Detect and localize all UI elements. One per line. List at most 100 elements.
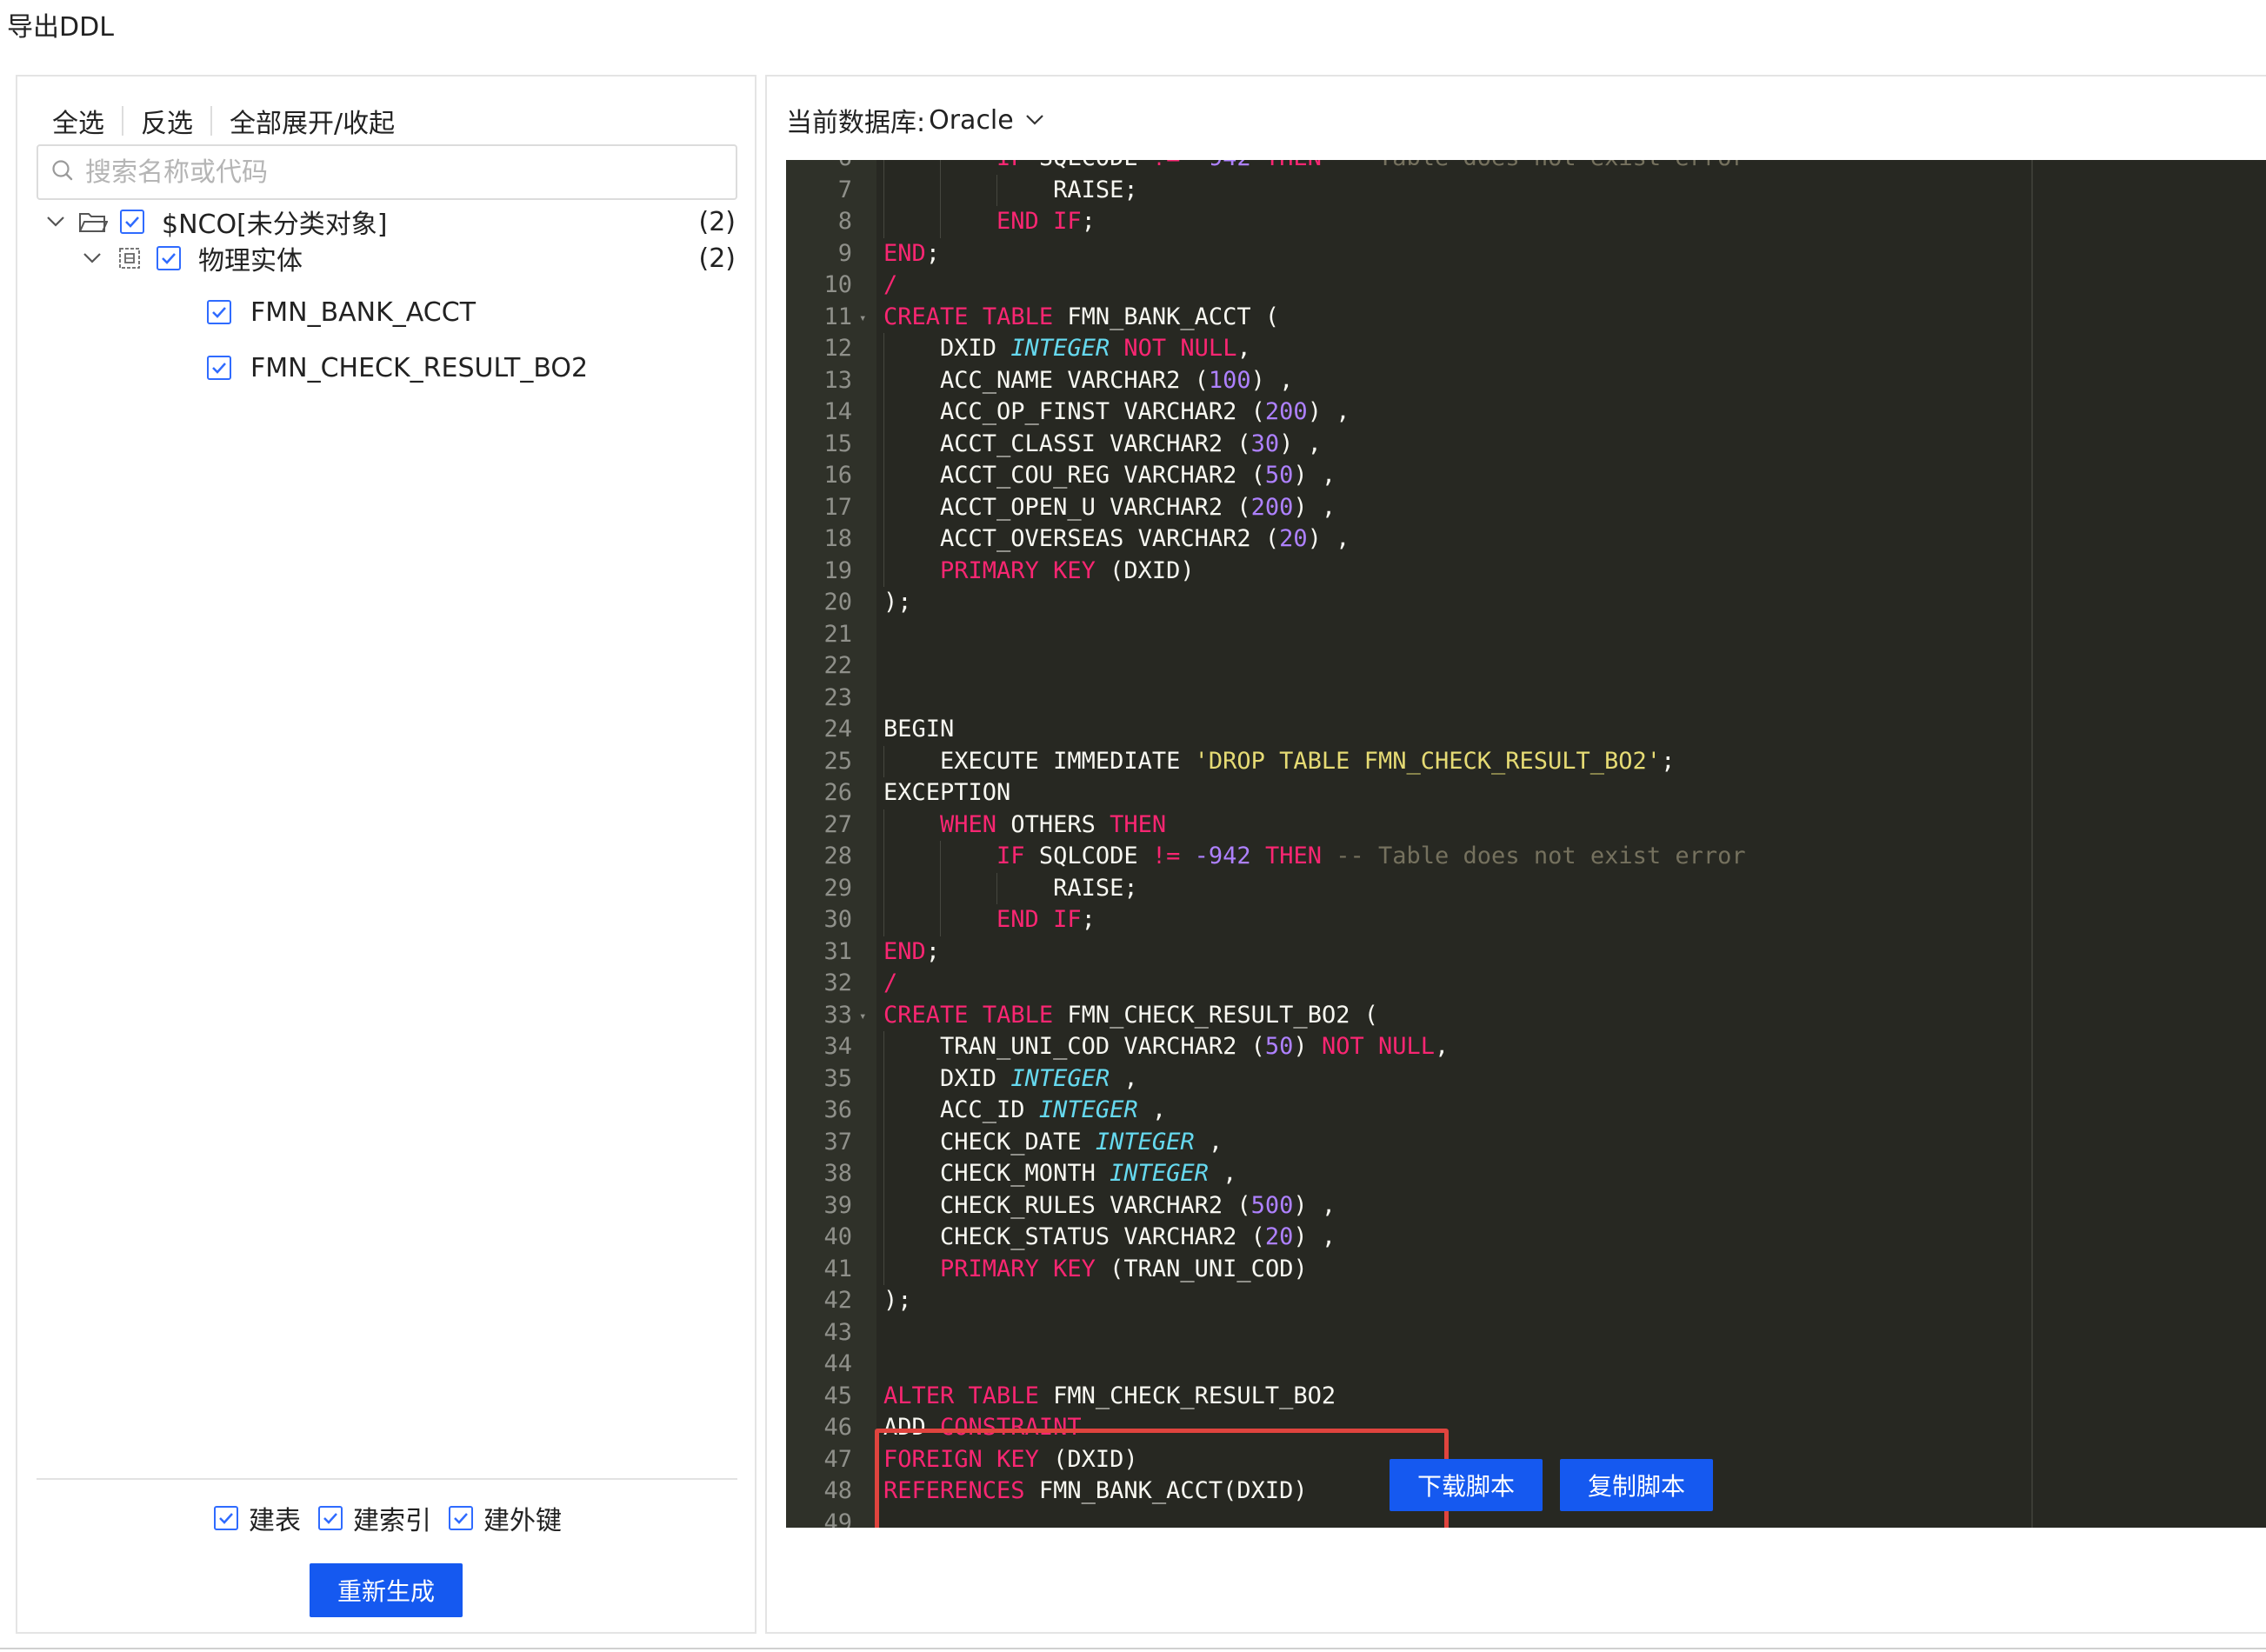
code-line: 42); xyxy=(786,1285,2266,1317)
tree-node-physical-entity[interactable]: 物理实体 (2) xyxy=(78,236,736,280)
search-input[interactable] xyxy=(83,156,710,189)
indent-guide xyxy=(940,904,942,936)
expand-collapse-all-button[interactable]: 全部展开/收起 xyxy=(212,102,412,140)
database-dropdown[interactable]: Oracle xyxy=(929,105,1045,136)
code-line: 13 ACC_NAME VARCHAR2 (100) , xyxy=(786,364,2266,396)
option-create-foreign-key[interactable]: 建外键 xyxy=(449,1499,562,1537)
tree-node-count: (2) xyxy=(698,206,736,237)
database-value: Oracle xyxy=(929,104,1014,136)
tree-node-label: 物理实体 xyxy=(198,246,303,276)
line-number: 40 xyxy=(823,1223,852,1250)
code-text: ACC_OP_FINST VARCHAR2 (200) , xyxy=(883,398,1350,425)
create-foreign-key-checkbox[interactable] xyxy=(449,1506,473,1530)
code-line: 20); xyxy=(786,587,2266,619)
code-line: 34 TRAN_UNI_COD VARCHAR2 (50) NOT NULL, xyxy=(786,1031,2266,1063)
indent-guide xyxy=(940,872,942,904)
group-checkbox[interactable] xyxy=(157,246,181,270)
line-number: 25 xyxy=(823,747,852,775)
fold-toggle-icon[interactable]: ▾ xyxy=(859,1001,866,1033)
line-number: 34 xyxy=(823,1033,852,1060)
indent-guide xyxy=(883,1062,884,1095)
code-line: 28 IF SQLCODE != -942 THEN -- Table does… xyxy=(786,841,2266,873)
code-text: IF SQLCODE != -942 THEN -- Table does no… xyxy=(996,843,1746,869)
tree-leaf[interactable]: FMN_BANK_ACCT xyxy=(207,290,476,334)
item-checkbox[interactable] xyxy=(207,356,231,380)
code-editor[interactable]: 6 IF SQLCODE != -942 THEN -- Table does … xyxy=(786,160,2266,1528)
code-text: / xyxy=(883,969,898,996)
divider xyxy=(37,1478,737,1480)
search-icon xyxy=(50,158,75,186)
tree-node-count: (2) xyxy=(698,243,736,274)
copy-script-button[interactable]: 复制脚本 xyxy=(1560,1459,1713,1511)
line-number: 23 xyxy=(823,683,852,711)
line-number: 26 xyxy=(823,779,852,806)
entity-icon xyxy=(113,244,146,272)
code-text: ACCT_OVERSEAS VARCHAR2 (20) , xyxy=(883,525,1350,552)
line-number: 29 xyxy=(823,874,852,902)
line-number: 24 xyxy=(823,716,852,743)
indent-guide xyxy=(940,174,942,206)
line-number: 20 xyxy=(823,589,852,616)
line-number: 41 xyxy=(823,1255,852,1282)
code-text: DXID INTEGER NOT NULL, xyxy=(883,335,1251,362)
indent-guide xyxy=(883,206,884,238)
line-number: 9 xyxy=(837,239,852,267)
code-line: 16 ACCT_COU_REG VARCHAR2 (50) , xyxy=(786,460,2266,492)
code-line: 26 EXCEPTION xyxy=(786,777,2266,809)
search-box xyxy=(37,144,737,200)
line-number: 21 xyxy=(823,620,852,648)
code-line: 9 END; xyxy=(786,238,2266,270)
tree-leaf[interactable]: FMN_CHECK_RESULT_BO2 xyxy=(207,346,588,390)
chevron-down-icon[interactable] xyxy=(42,208,70,236)
code-text: CHECK_MONTH INTEGER , xyxy=(883,1160,1237,1187)
indent-guide xyxy=(883,160,884,175)
code-text: ACCT_OPEN_U VARCHAR2 (200) , xyxy=(883,493,1336,521)
code-line: 17 ACCT_OPEN_U VARCHAR2 (200) , xyxy=(786,491,2266,523)
regenerate-button[interactable]: 重新生成 xyxy=(310,1563,463,1617)
option-create-table[interactable]: 建表 xyxy=(214,1499,301,1537)
code-line: 15 ACCT_CLASSI VARCHAR2 (30) , xyxy=(786,428,2266,460)
code-line: 6 IF SQLCODE != -942 THEN -- Table does … xyxy=(786,160,2266,175)
indent-guide xyxy=(883,1095,884,1127)
code-text: END IF; xyxy=(996,906,1096,933)
indent-guide xyxy=(883,555,884,587)
indent-guide xyxy=(883,364,884,396)
code-line: 18 ACCT_OVERSEAS VARCHAR2 (20) , xyxy=(786,523,2266,556)
chevron-down-icon xyxy=(1024,113,1045,127)
code-text: CREATE TABLE FMN_BANK_ACCT ( xyxy=(883,303,1280,330)
line-number: 8 xyxy=(837,208,852,235)
ddl-preview-panel: 当前数据库: Oracle 6 IF SQLCODE != -942 THEN … xyxy=(765,75,2266,1634)
code-line: 32 / xyxy=(786,968,2266,1000)
code-text: END; xyxy=(883,937,941,965)
line-number: 39 xyxy=(823,1191,852,1219)
select-all-button[interactable]: 全选 xyxy=(35,102,122,140)
invert-selection-button[interactable]: 反选 xyxy=(123,102,210,140)
dialog-title: 导出DDL xyxy=(7,12,114,43)
code-text: ); xyxy=(883,589,912,616)
item-checkbox[interactable] xyxy=(207,300,231,324)
code-text: IF SQLCODE != -942 THEN -- Table does no… xyxy=(883,160,1746,175)
download-script-button[interactable]: 下载脚本 xyxy=(1390,1459,1543,1511)
code-text: PRIMARY KEY (DXID) xyxy=(940,556,1195,584)
code-line: 39 CHECK_RULES VARCHAR2 (500) , xyxy=(786,1189,2266,1222)
code-line: 25 EXECUTE IMMEDIATE 'DROP TABLE FMN_CHE… xyxy=(786,745,2266,777)
line-number: 27 xyxy=(823,810,852,838)
line-number: 30 xyxy=(823,906,852,933)
indent-guide xyxy=(883,904,884,936)
create-index-checkbox[interactable] xyxy=(318,1506,343,1530)
code-line: 23 xyxy=(786,683,2266,715)
code-line: 38 CHECK_MONTH INTEGER , xyxy=(786,1158,2266,1190)
code-line: 11 ▾ CREATE TABLE FMN_BANK_ACCT ( xyxy=(786,302,2266,334)
code-line: 35 DXID INTEGER , xyxy=(786,1062,2266,1095)
line-number: 43 xyxy=(823,1318,852,1346)
tree-leaf-label: FMN_CHECK_RESULT_BO2 xyxy=(250,352,589,383)
chevron-down-icon[interactable] xyxy=(78,244,106,272)
indent-guide xyxy=(883,809,884,841)
indent-guide xyxy=(883,745,884,777)
option-create-index[interactable]: 建索引 xyxy=(318,1499,431,1537)
fold-toggle-icon[interactable]: ▾ xyxy=(859,303,866,335)
create-table-checkbox[interactable] xyxy=(214,1506,238,1530)
code-text: PRIMARY KEY (TRAN_UNI_COD) xyxy=(940,1255,1308,1282)
root-checkbox[interactable] xyxy=(120,210,144,234)
line-number: 22 xyxy=(823,652,852,679)
